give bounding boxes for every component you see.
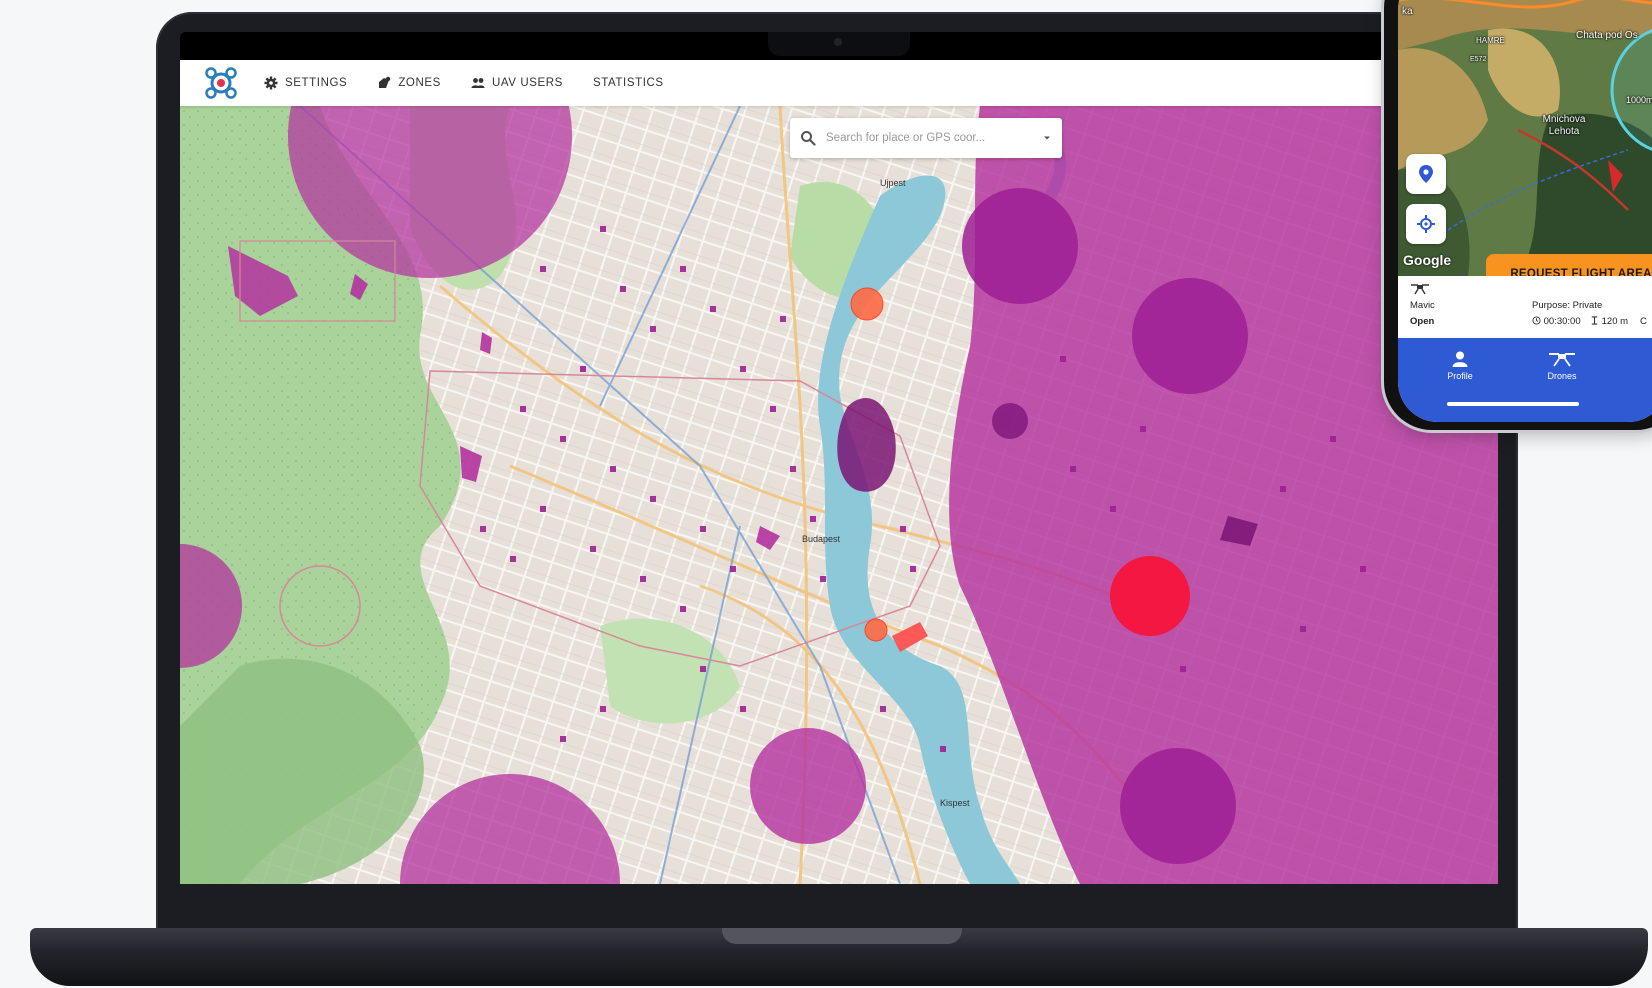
map-search-input[interactable] [826, 132, 1042, 144]
tab-drones[interactable]: Drones [1532, 350, 1592, 381]
restricted-circle-3[interactable] [750, 728, 866, 844]
flight-extra: C [1640, 316, 1647, 327]
flight-altitude: 120 m [1601, 316, 1629, 327]
flight-purpose: Purpose: Private [1532, 300, 1603, 311]
chevron-down-icon[interactable] [1042, 133, 1052, 143]
recenter-button[interactable] [1406, 204, 1446, 244]
nav-uav-users-label: UAV USERS [491, 77, 563, 89]
drone-category: Open [1410, 316, 1435, 327]
restricted-circle-1[interactable] [962, 188, 1078, 304]
map-label-mnichova: Mnichova Lehota [1542, 114, 1586, 137]
map-label-ka: ka [1402, 6, 1413, 17]
map-label-road: E572 [1470, 56, 1487, 63]
map-search-box[interactable] [790, 118, 1062, 158]
drone-icon [1411, 284, 1429, 295]
map-label-ujpest: Ujpest [880, 178, 906, 188]
laptop-trackpad-notch [722, 928, 962, 944]
flight-altitude-row: 120 m [1590, 316, 1628, 327]
map-label-budapest: Budapest [802, 534, 841, 544]
map-label-hamre: HAMRE [1476, 36, 1505, 45]
nav-statistics-label: STATISTICS [592, 77, 664, 89]
altitude-icon [1591, 316, 1598, 325]
profile-icon [1452, 351, 1468, 367]
airspace-map[interactable]: Budapest Ujpest Kispest [180, 106, 1498, 884]
phone-bottom-navigation: Profile Drones [1398, 338, 1652, 422]
search-icon [801, 131, 816, 146]
phone-screen: ka HAMRE Chata pod Os Mnichova Lehota 10… [1398, 0, 1652, 422]
users-icon [471, 78, 485, 88]
tab-drones-label: Drones [1547, 371, 1577, 381]
nav-zones[interactable]: ZONES [377, 76, 441, 90]
flight-info-panel[interactable]: Mavic Open Purpose: Private 00:30:00 120… [1398, 276, 1652, 338]
nav-zones-label: ZONES [398, 77, 441, 89]
map-canvas[interactable]: Budapest Ujpest Kispest [180, 106, 1498, 884]
restricted-circle-4[interactable] [1120, 748, 1236, 864]
location-pin-icon [1419, 165, 1433, 183]
crosshair-icon [1417, 215, 1435, 233]
tab-profile-label: Profile [1447, 371, 1473, 381]
map-label-chata: Chata pod Os [1576, 30, 1638, 41]
location-pin-button[interactable] [1406, 154, 1446, 194]
google-attribution: Google [1403, 252, 1452, 268]
map-label-radius: 1000m [1626, 95, 1652, 105]
clock-icon [1532, 316, 1541, 325]
prohibited-zone[interactable] [1110, 556, 1190, 636]
tab-profile[interactable]: Profile [1430, 350, 1490, 381]
nav-settings[interactable]: SETTINGS [264, 76, 347, 90]
home-indicator[interactable] [1447, 402, 1579, 406]
flight-duration-row: 00:30:00 [1532, 316, 1581, 327]
app-logo-icon[interactable] [204, 66, 238, 100]
drone-model: Mavic [1410, 300, 1435, 311]
drones-icon [1549, 353, 1575, 367]
gear-icon [264, 76, 278, 90]
camera-notch [768, 32, 910, 56]
warning-zone-1[interactable] [850, 287, 884, 321]
app-navigation-bar: SETTINGS ZONES UAV USERS STATISTICS [180, 60, 1498, 106]
nav-statistics[interactable]: STATISTICS [593, 77, 664, 89]
restricted-circle-2[interactable] [1132, 278, 1248, 394]
nav-uav-users[interactable]: UAV USERS [471, 76, 563, 90]
zones-icon [379, 76, 391, 88]
flight-duration: 00:30:00 [1543, 316, 1581, 327]
restricted-circle-small[interactable] [992, 403, 1028, 439]
map-label-kispest: Kispest [940, 798, 970, 808]
nav-settings-label: SETTINGS [285, 77, 348, 89]
warning-zone-2[interactable] [864, 618, 888, 642]
